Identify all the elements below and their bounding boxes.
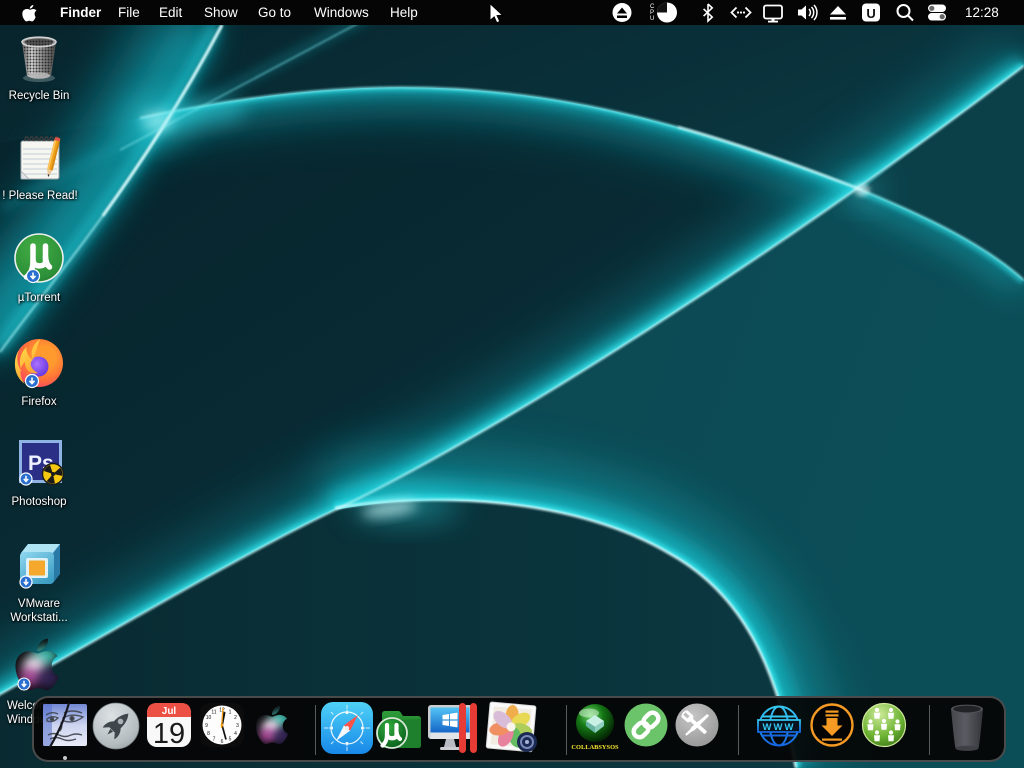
svg-text:U: U — [650, 16, 654, 22]
svg-text:4: 4 — [234, 731, 237, 737]
svg-text:WWW: WWW — [763, 722, 796, 733]
svg-text:1: 1 — [229, 710, 232, 716]
svg-text:10: 10 — [206, 715, 212, 721]
svg-text:7: 7 — [213, 737, 216, 743]
svg-text:U: U — [866, 6, 875, 21]
svg-text:COLLABSYSOS: COLLABSYSOS — [571, 744, 619, 751]
svg-text:19: 19 — [153, 718, 185, 748]
svg-text:9: 9 — [205, 723, 208, 729]
svg-text:Jul: Jul — [162, 706, 177, 717]
svg-text:2: 2 — [234, 715, 237, 721]
svg-text:11: 11 — [211, 710, 216, 716]
svg-text:6: 6 — [221, 739, 224, 745]
svg-text:5: 5 — [229, 737, 232, 743]
svg-text:8: 8 — [207, 731, 210, 737]
svg-text:3: 3 — [236, 723, 239, 729]
